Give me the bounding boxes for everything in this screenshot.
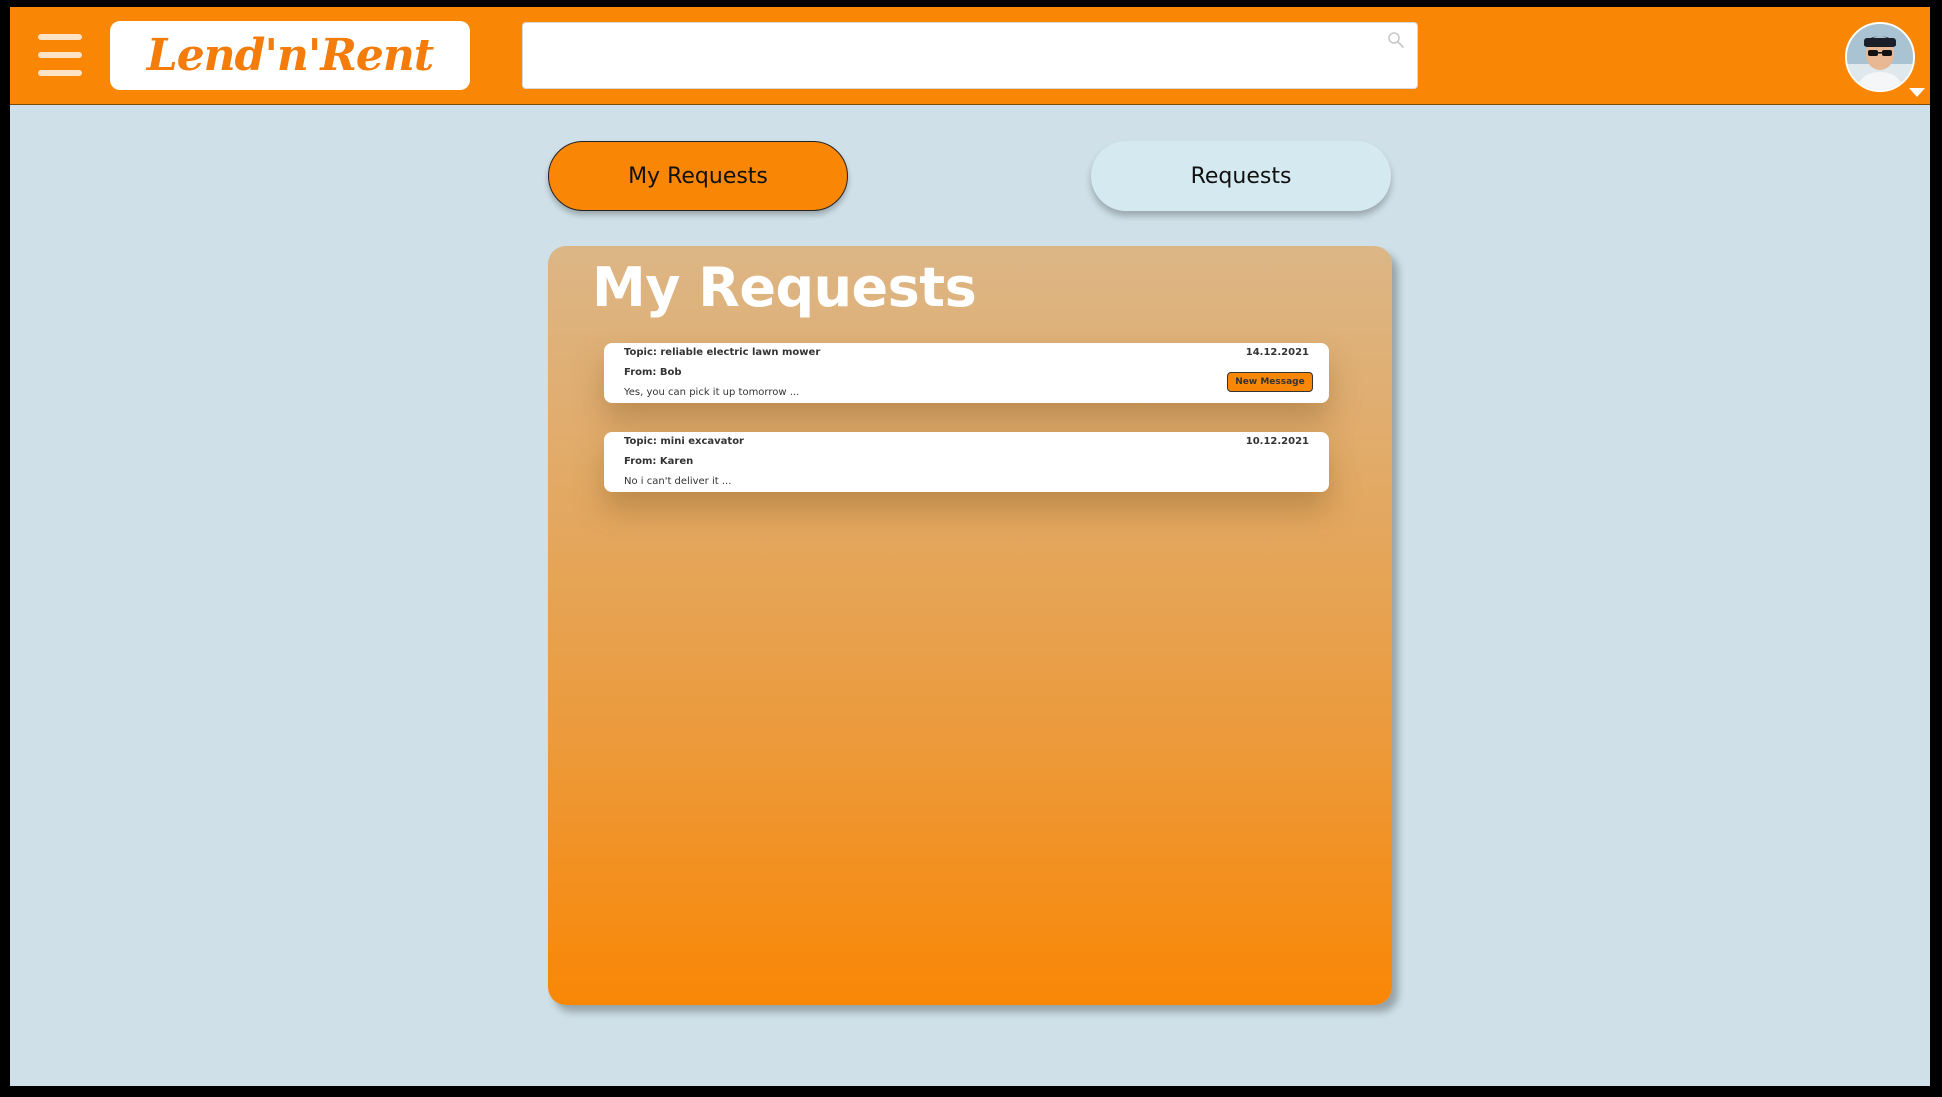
search-icon[interactable]: [1387, 31, 1405, 49]
top-header: Lend'n'Rent: [10, 7, 1930, 105]
my-requests-panel: My Requests Topic: reliable electric law…: [548, 246, 1392, 1005]
panel-title: My Requests: [592, 256, 977, 319]
message-topic: Topic: reliable electric lawn mower: [624, 347, 821, 358]
message-sender: From: Karen: [624, 456, 694, 467]
hamburger-bar: [38, 34, 82, 40]
caret-down-icon[interactable]: [1909, 88, 1925, 97]
hamburger-bar: [38, 52, 82, 58]
new-message-badge: New Message: [1227, 372, 1313, 392]
hamburger-icon[interactable]: [38, 34, 82, 76]
logo-text: Lend'n'Rent: [146, 30, 434, 81]
message-card[interactable]: Topic: reliable electric lawn mower From…: [604, 343, 1329, 403]
search-input[interactable]: [523, 23, 1417, 88]
message-preview: No i can't deliver it ...: [624, 476, 732, 487]
tab-my-requests[interactable]: My Requests: [548, 141, 848, 211]
tab-label: My Requests: [628, 163, 768, 189]
search-bar: [522, 22, 1418, 89]
message-preview: Yes, you can pick it up tomorrow ...: [624, 387, 800, 398]
message-topic: Topic: mini excavator: [624, 436, 744, 447]
app-frame: Lend'n'Rent My Requests Requests My Requ…: [10, 7, 1930, 1086]
message-sender: From: Bob: [624, 367, 682, 378]
tab-label: Requests: [1190, 163, 1292, 189]
tab-requests[interactable]: Requests: [1091, 141, 1391, 211]
message-card[interactable]: Topic: mini excavator From: Karen No i c…: [604, 432, 1329, 492]
logo[interactable]: Lend'n'Rent: [110, 21, 470, 90]
avatar-image: [1847, 24, 1913, 90]
message-date: 14.12.2021: [1245, 347, 1309, 358]
user-avatar[interactable]: [1845, 22, 1915, 92]
hamburger-bar: [38, 70, 82, 76]
message-date: 10.12.2021: [1245, 436, 1309, 447]
